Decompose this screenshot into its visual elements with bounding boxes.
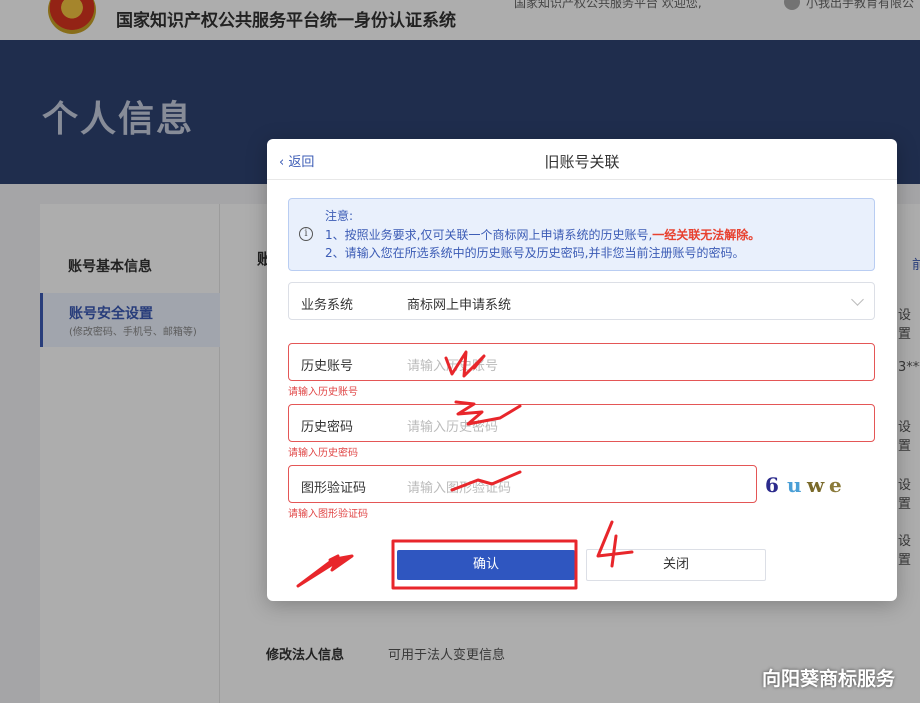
notice-line-1-text: 1、按照业务要求,仅可关联一个商标网上申请系统的历史账号, <box>325 228 653 242</box>
notice-line-1: 1、按照业务要求,仅可关联一个商标网上申请系统的历史账号,一经关联无法解除。 <box>325 226 760 243</box>
captcha-field[interactable]: 图形验证码 请输入图形验证码 <box>288 465 757 503</box>
chevron-left-icon: ‹ <box>279 155 289 170</box>
confirm-button[interactable]: 确认 <box>397 550 575 580</box>
notice-line-2: 2、请输入您在所选系统中的历史账号及历史密码,并非您当前注册账号的密码。 <box>325 246 745 260</box>
captcha-char: e <box>829 473 842 497</box>
history-password-error: 请输入历史密码 <box>288 448 358 459</box>
back-button[interactable]: ‹ 返回 <box>279 151 314 170</box>
captcha-input[interactable]: 请输入图形验证码 <box>407 477 511 496</box>
old-account-link-dialog: 旧账号关联 ‹ 返回 i 注意: 1、按照业务要求,仅可关联一个商标网上申请系统… <box>267 139 897 601</box>
history-password-field[interactable]: 历史密码 请输入历史密码 <box>288 404 875 442</box>
dialog-title: 旧账号关联 <box>544 153 620 171</box>
business-system-select[interactable]: 业务系统 商标网上申请系统 <box>288 282 875 320</box>
info-icon: i <box>299 227 313 241</box>
history-account-error: 请输入历史账号 <box>288 387 358 398</box>
captcha-char: w <box>807 473 825 497</box>
notice-box: i 注意: 1、按照业务要求,仅可关联一个商标网上申请系统的历史账号,一经关联无… <box>288 198 875 271</box>
back-label: 返回 <box>288 155 315 170</box>
captcha-error: 请输入图形验证码 <box>288 509 368 520</box>
captcha-image[interactable]: 6 u w e <box>763 469 873 505</box>
business-system-value: 商标网上申请系统 <box>407 298 512 313</box>
captcha-char: u <box>787 473 802 497</box>
divider <box>267 179 897 180</box>
history-account-field[interactable]: 历史账号 请输入历史账号 <box>288 343 875 381</box>
notice-warning: 一经关联无法解除。 <box>652 228 761 242</box>
business-system-label: 业务系统 <box>301 298 354 313</box>
history-account-input[interactable]: 请输入历史账号 <box>407 355 498 374</box>
chevron-down-icon <box>851 293 864 306</box>
notice-heading: 注意: <box>325 209 354 223</box>
history-password-input[interactable]: 请输入历史密码 <box>407 416 498 435</box>
close-button[interactable]: 关闭 <box>586 549 766 581</box>
history-account-label: 历史账号 <box>301 359 354 374</box>
captcha-label: 图形验证码 <box>301 481 367 496</box>
history-password-label: 历史密码 <box>301 420 354 435</box>
watermark: 向阳葵商标服务 <box>762 668 896 690</box>
captcha-char: 6 <box>765 473 779 497</box>
